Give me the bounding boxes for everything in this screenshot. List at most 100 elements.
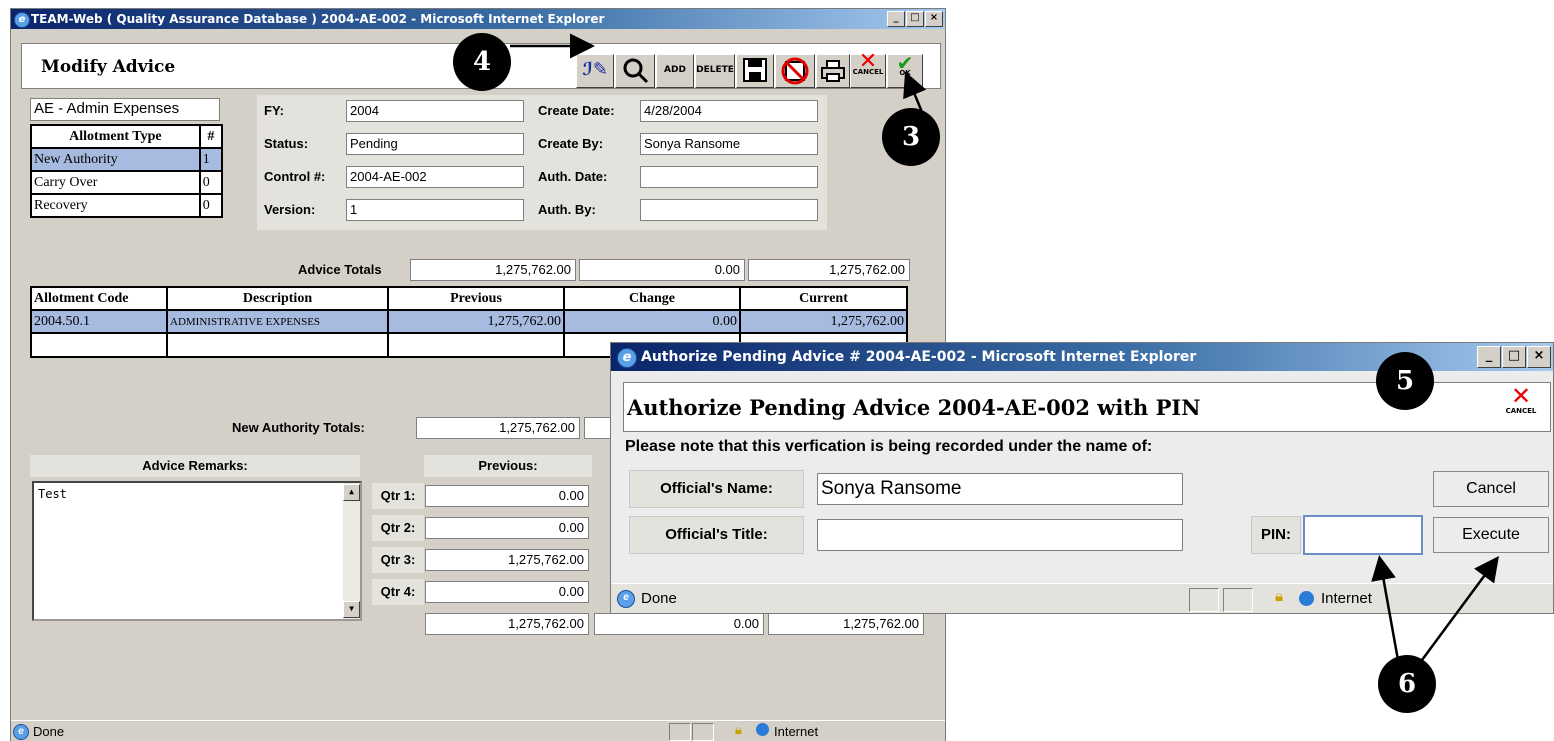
cancel-icon[interactable]: ✕ CANCEL <box>850 51 886 88</box>
version-field[interactable]: 1 <box>346 199 524 221</box>
table-row[interactable]: Recovery 0 <box>30 193 224 218</box>
dialog-cancel-icon-label: CANCEL <box>1505 407 1537 415</box>
qtr2-label: Qtr 2: <box>372 515 424 541</box>
create-by-field[interactable]: Sonya Ransome <box>640 133 818 155</box>
pin-field[interactable] <box>1303 515 1423 555</box>
column-header: Change <box>563 286 741 311</box>
current-cell: 1,275,762.00 <box>739 309 908 334</box>
auth-by-field[interactable] <box>640 199 818 221</box>
remarks-scrollbar[interactable]: ▲ ▼ <box>343 483 360 619</box>
status-field[interactable]: Pending <box>346 133 524 155</box>
create-date-label: Create Date: <box>538 103 615 118</box>
auth-date-label: Auth. Date: <box>538 169 608 184</box>
pin-label: PIN: <box>1251 516 1301 554</box>
auth-by-label: Auth. By: <box>538 202 596 217</box>
official-title-field[interactable] <box>817 519 1183 551</box>
ie-icon: e <box>617 348 637 368</box>
lock-icon: 🔒︎ <box>1275 588 1283 605</box>
add-button[interactable]: ADD <box>656 54 694 88</box>
maximize-icon[interactable]: □ <box>906 11 924 27</box>
advice-totals-previous: 1,275,762.00 <box>410 259 576 281</box>
scroll-up-icon[interactable]: ▲ <box>343 484 360 501</box>
maximize-icon[interactable]: □ <box>1502 346 1526 368</box>
ie-icon: e <box>14 12 30 28</box>
column-header: Current <box>739 286 908 311</box>
quarter-totals-previous: 1,275,762.00 <box>425 613 589 635</box>
allotment-count-cell: 0 <box>198 170 224 195</box>
remarks-textarea[interactable]: Test ▲ ▼ <box>32 481 362 621</box>
column-header: Previous <box>387 286 565 311</box>
official-name-field[interactable]: Sonya Ransome <box>817 473 1183 505</box>
minimize-icon[interactable]: _ <box>887 11 905 27</box>
column-header: Description <box>166 286 389 311</box>
description-cell: ADMINISTRATIVE EXPENSES <box>166 309 389 334</box>
new-authority-totals-previous: 1,275,762.00 <box>416 417 580 439</box>
page-done-icon: e <box>13 724 29 740</box>
dialog-status-text: Done <box>641 590 677 607</box>
control-field[interactable]: 2004-AE-002 <box>346 166 524 188</box>
status-label: Status: <box>264 136 309 151</box>
print-icon[interactable] <box>816 54 850 88</box>
delete-button[interactable]: DELETE <box>695 54 735 88</box>
ok-icon-label: OK <box>899 69 911 77</box>
qtr3-label: Qtr 3: <box>372 547 424 573</box>
advice-totals-current: 1,275,762.00 <box>748 259 910 281</box>
qtr1-label: Qtr 1: <box>372 483 424 509</box>
dialog-heading: Authorize Pending Advice 2004-AE-002 wit… <box>627 395 1201 420</box>
save-icon[interactable] <box>736 54 774 88</box>
dialog-note: Please note that this verfication is bei… <box>625 438 1153 455</box>
table-row[interactable]: Carry Over 0 <box>30 170 224 195</box>
no-save-icon[interactable] <box>775 54 815 88</box>
allotment-count-cell: 0 <box>198 193 224 218</box>
allotment-type-cell: Recovery <box>30 193 201 218</box>
category-label: AE - Admin Expenses <box>30 98 220 121</box>
qtr3-previous[interactable]: 1,275,762.00 <box>425 549 589 571</box>
dialog-cancel-icon[interactable]: ✕ CANCEL <box>1499 384 1543 426</box>
quarter-totals-change: 0.00 <box>594 613 764 635</box>
callout-5: 5 <box>1376 352 1434 410</box>
qtr4-previous[interactable]: 0.00 <box>425 581 589 603</box>
allotment-type-header: Allotment Type <box>30 124 201 149</box>
ok-icon[interactable]: ✔ OK <box>887 53 923 88</box>
cancel-icon-label: CANCEL <box>852 68 884 76</box>
table-row[interactable]: 2004.50.1 ADMINISTRATIVE EXPENSES 1,275,… <box>30 309 908 334</box>
allotment-code-cell: 2004.50.1 <box>30 309 168 334</box>
lock-icon: 🔒︎ <box>735 722 742 737</box>
search-icon[interactable] <box>615 54 655 88</box>
change-cell: 0.00 <box>563 309 741 334</box>
minimize-icon[interactable]: _ <box>1477 346 1501 368</box>
cancel-button[interactable]: Cancel <box>1433 471 1549 507</box>
auth-date-field[interactable] <box>640 166 818 188</box>
remarks-text: Test <box>38 487 67 501</box>
execute-button[interactable]: Execute <box>1433 517 1549 553</box>
dialog-title: Authorize Pending Advice # 2004-AE-002 -… <box>641 349 1197 365</box>
main-window-title: TEAM-Web ( Quality Assurance Database ) … <box>31 12 605 26</box>
close-icon[interactable]: × <box>925 11 943 27</box>
new-authority-totals-label: New Authority Totals: <box>232 420 365 435</box>
qtr4-label: Qtr 4: <box>372 579 424 605</box>
official-name-label: Official's Name: <box>629 470 804 508</box>
qtr2-previous[interactable]: 0.00 <box>425 517 589 539</box>
allotment-type-cell: Carry Over <box>30 170 201 195</box>
quarters-previous-header: Previous: <box>424 455 592 477</box>
fy-field[interactable]: 2004 <box>346 100 524 122</box>
globe-icon <box>1299 591 1314 606</box>
callout-4: 4 <box>453 33 511 91</box>
advice-totals-label: Advice Totals <box>298 262 382 277</box>
scroll-down-icon[interactable]: ▼ <box>343 601 360 618</box>
allotment-type-cell: New Authority <box>30 147 201 172</box>
dialog-status-zone: Internet <box>1321 590 1372 607</box>
globe-icon <box>756 723 769 736</box>
create-date-field[interactable]: 4/28/2004 <box>640 100 818 122</box>
main-status-zone: Internet <box>774 724 819 739</box>
table-row[interactable]: New Authority 1 <box>30 147 224 172</box>
dialog-status-bar: e Done 🔒︎ Internet <box>611 583 1553 613</box>
previous-cell: 1,275,762.00 <box>387 309 565 334</box>
qtr1-previous[interactable]: 0.00 <box>425 485 589 507</box>
page-done-icon: e <box>617 590 635 608</box>
column-header: Allotment Code <box>30 286 168 311</box>
close-icon[interactable]: × <box>1527 346 1551 368</box>
sign-icon[interactable]: ℐ✎ <box>576 54 614 88</box>
control-label: Control #: <box>264 169 326 184</box>
allotment-type-table: Allotment Type # New Authority 1 Carry O… <box>30 124 224 218</box>
